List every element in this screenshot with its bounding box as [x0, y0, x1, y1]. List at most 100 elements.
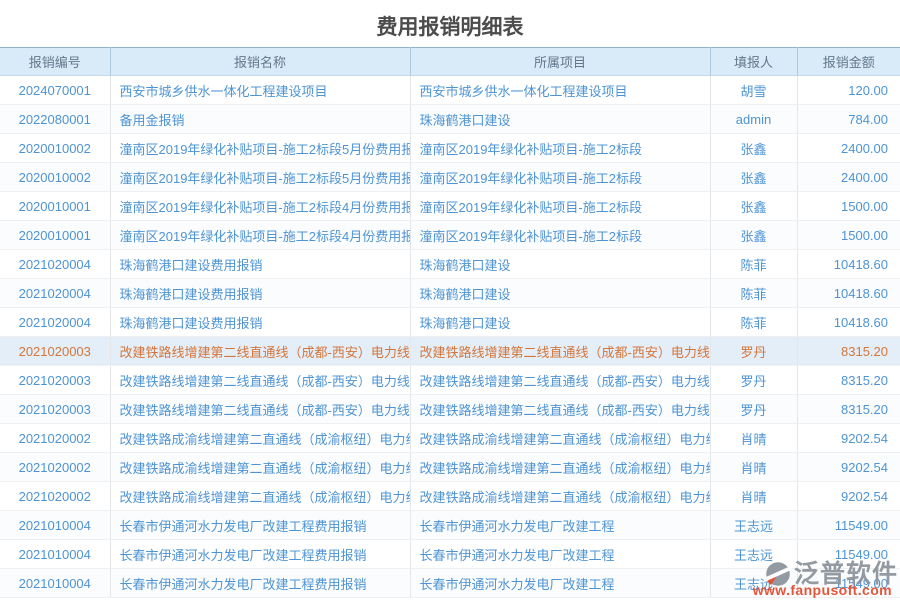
cell-id: 2021020003: [0, 395, 110, 424]
cell-name: 潼南区2019年绿化补贴项目-施工2标段4月份费用报批: [110, 221, 410, 250]
cell-id: 2021020002: [0, 453, 110, 482]
cell-id: 2021020002: [0, 482, 110, 511]
cell-amount: 2400.00: [797, 134, 900, 163]
table-row[interactable]: 2021010004长春市伊通河水力发电厂改建工程费用报销长春市伊通河水力发电厂…: [0, 569, 900, 598]
cell-amount: 1500.00: [797, 221, 900, 250]
cell-name: 改建铁路线增建第二线直通线（成都-西安）电力线: [110, 337, 410, 366]
table-row[interactable]: 2020010001潼南区2019年绿化补贴项目-施工2标段4月份费用报批潼南区…: [0, 221, 900, 250]
cell-amount: 11549.00: [797, 511, 900, 540]
cell-person: 胡雪: [710, 76, 797, 105]
cell-project: 改建铁路成渝线增建第二直通线（成渝枢纽）电力线: [410, 424, 710, 453]
cell-project: 珠海鹤港口建设: [410, 105, 710, 134]
cell-id: 2024070001: [0, 76, 110, 105]
cell-name: 改建铁路成渝线增建第二直通线（成渝枢纽）电力线: [110, 482, 410, 511]
cell-id: 2021020003: [0, 337, 110, 366]
table-row[interactable]: 2021020004珠海鹤港口建设费用报销珠海鹤港口建设陈菲10418.60: [0, 308, 900, 337]
cell-name: 改建铁路线增建第二线直通线（成都-西安）电力线: [110, 395, 410, 424]
cell-person: 肖晴: [710, 453, 797, 482]
cell-id: 2020010001: [0, 192, 110, 221]
table-row[interactable]: 2021020003改建铁路线增建第二线直通线（成都-西安）电力线改建铁路线增建…: [0, 337, 900, 366]
table-row[interactable]: 2021020004珠海鹤港口建设费用报销珠海鹤港口建设陈菲10418.60: [0, 279, 900, 308]
cell-project: 西安市城乡供水一体化工程建设项目: [410, 76, 710, 105]
cell-amount: 784.00: [797, 105, 900, 134]
cell-person: 罗丹: [710, 395, 797, 424]
cell-name: 长春市伊通河水力发电厂改建工程费用报销: [110, 511, 410, 540]
cell-project: 改建铁路线增建第二线直通线（成都-西安）电力线: [410, 366, 710, 395]
table-row[interactable]: 2021020002改建铁路成渝线增建第二直通线（成渝枢纽）电力线改建铁路成渝线…: [0, 453, 900, 482]
cell-person: 王志远: [710, 569, 797, 598]
cell-amount: 11549.00: [797, 569, 900, 598]
cell-project: 改建铁路线增建第二线直通线（成都-西安）电力线: [410, 337, 710, 366]
cell-person: 肖晴: [710, 482, 797, 511]
cell-name: 潼南区2019年绿化补贴项目-施工2标段4月份费用报批: [110, 192, 410, 221]
cell-id: 2021020002: [0, 424, 110, 453]
cell-amount: 8315.20: [797, 337, 900, 366]
table-row[interactable]: 2021020002改建铁路成渝线增建第二直通线（成渝枢纽）电力线改建铁路成渝线…: [0, 424, 900, 453]
cell-name: 珠海鹤港口建设费用报销: [110, 279, 410, 308]
column-header-amount: 报销金额: [797, 48, 900, 76]
cell-project: 改建铁路成渝线增建第二直通线（成渝枢纽）电力线: [410, 482, 710, 511]
column-header-id: 报销编号: [0, 48, 110, 76]
cell-project: 潼南区2019年绿化补贴项目-施工2标段: [410, 221, 710, 250]
cell-amount: 9202.54: [797, 424, 900, 453]
cell-name: 西安市城乡供水一体化工程建设项目: [110, 76, 410, 105]
cell-amount: 9202.54: [797, 482, 900, 511]
cell-amount: 10418.60: [797, 308, 900, 337]
cell-name: 潼南区2019年绿化补贴项目-施工2标段5月份费用报批: [110, 134, 410, 163]
cell-id: 2021020003: [0, 366, 110, 395]
table-row[interactable]: 2021020003改建铁路线增建第二线直通线（成都-西安）电力线改建铁路线增建…: [0, 366, 900, 395]
column-header-person: 填报人: [710, 48, 797, 76]
cell-person: admin: [710, 105, 797, 134]
cell-name: 备用金报销: [110, 105, 410, 134]
table-row[interactable]: 2021010004长春市伊通河水力发电厂改建工程费用报销长春市伊通河水力发电厂…: [0, 511, 900, 540]
cell-id: 2021010004: [0, 540, 110, 569]
table-header-row: 报销编号报销名称所属项目填报人报销金额: [0, 48, 900, 76]
cell-person: 罗丹: [710, 366, 797, 395]
table-row[interactable]: 2020010001潼南区2019年绿化补贴项目-施工2标段4月份费用报批潼南区…: [0, 192, 900, 221]
cell-amount: 120.00: [797, 76, 900, 105]
cell-name: 改建铁路成渝线增建第二直通线（成渝枢纽）电力线: [110, 453, 410, 482]
cell-amount: 9202.54: [797, 453, 900, 482]
expense-detail-table: 报销编号报销名称所属项目填报人报销金额 2024070001西安市城乡供水一体化…: [0, 47, 900, 598]
column-header-name: 报销名称: [110, 48, 410, 76]
table-row[interactable]: 2020010002潼南区2019年绿化补贴项目-施工2标段5月份费用报批潼南区…: [0, 163, 900, 192]
cell-project: 珠海鹤港口建设: [410, 250, 710, 279]
cell-person: 陈菲: [710, 250, 797, 279]
column-header-project: 所属项目: [410, 48, 710, 76]
cell-amount: 8315.20: [797, 366, 900, 395]
cell-name: 长春市伊通河水力发电厂改建工程费用报销: [110, 569, 410, 598]
cell-project: 改建铁路成渝线增建第二直通线（成渝枢纽）电力线: [410, 453, 710, 482]
table-row[interactable]: 2024070001西安市城乡供水一体化工程建设项目西安市城乡供水一体化工程建设…: [0, 76, 900, 105]
cell-id: 2021010004: [0, 569, 110, 598]
cell-project: 长春市伊通河水力发电厂改建工程: [410, 540, 710, 569]
cell-name: 改建铁路线增建第二线直通线（成都-西安）电力线: [110, 366, 410, 395]
cell-project: 潼南区2019年绿化补贴项目-施工2标段: [410, 163, 710, 192]
table-body: 2024070001西安市城乡供水一体化工程建设项目西安市城乡供水一体化工程建设…: [0, 76, 900, 598]
cell-amount: 2400.00: [797, 163, 900, 192]
cell-person: 王志远: [710, 540, 797, 569]
cell-amount: 10418.60: [797, 250, 900, 279]
cell-name: 珠海鹤港口建设费用报销: [110, 250, 410, 279]
cell-name: 改建铁路成渝线增建第二直通线（成渝枢纽）电力线: [110, 424, 410, 453]
cell-project: 改建铁路线增建第二线直通线（成都-西安）电力线: [410, 395, 710, 424]
cell-person: 张鑫: [710, 221, 797, 250]
cell-project: 珠海鹤港口建设: [410, 279, 710, 308]
table-row[interactable]: 2021020004珠海鹤港口建设费用报销珠海鹤港口建设陈菲10418.60: [0, 250, 900, 279]
table-row[interactable]: 2022080001备用金报销珠海鹤港口建设admin784.00: [0, 105, 900, 134]
table-row[interactable]: 2021010004长春市伊通河水力发电厂改建工程费用报销长春市伊通河水力发电厂…: [0, 540, 900, 569]
cell-id: 2021010004: [0, 511, 110, 540]
table-row[interactable]: 2021020002改建铁路成渝线增建第二直通线（成渝枢纽）电力线改建铁路成渝线…: [0, 482, 900, 511]
cell-amount: 8315.20: [797, 395, 900, 424]
cell-project: 潼南区2019年绿化补贴项目-施工2标段: [410, 134, 710, 163]
cell-name: 潼南区2019年绿化补贴项目-施工2标段5月份费用报批: [110, 163, 410, 192]
cell-id: 2020010001: [0, 221, 110, 250]
table-row[interactable]: 2021020003改建铁路线增建第二线直通线（成都-西安）电力线改建铁路线增建…: [0, 395, 900, 424]
cell-project: 潼南区2019年绿化补贴项目-施工2标段: [410, 192, 710, 221]
cell-person: 张鑫: [710, 134, 797, 163]
cell-id: 2020010002: [0, 134, 110, 163]
cell-id: 2021020004: [0, 279, 110, 308]
table-row[interactable]: 2020010002潼南区2019年绿化补贴项目-施工2标段5月份费用报批潼南区…: [0, 134, 900, 163]
cell-project: 长春市伊通河水力发电厂改建工程: [410, 511, 710, 540]
cell-amount: 11549.00: [797, 540, 900, 569]
cell-person: 张鑫: [710, 192, 797, 221]
